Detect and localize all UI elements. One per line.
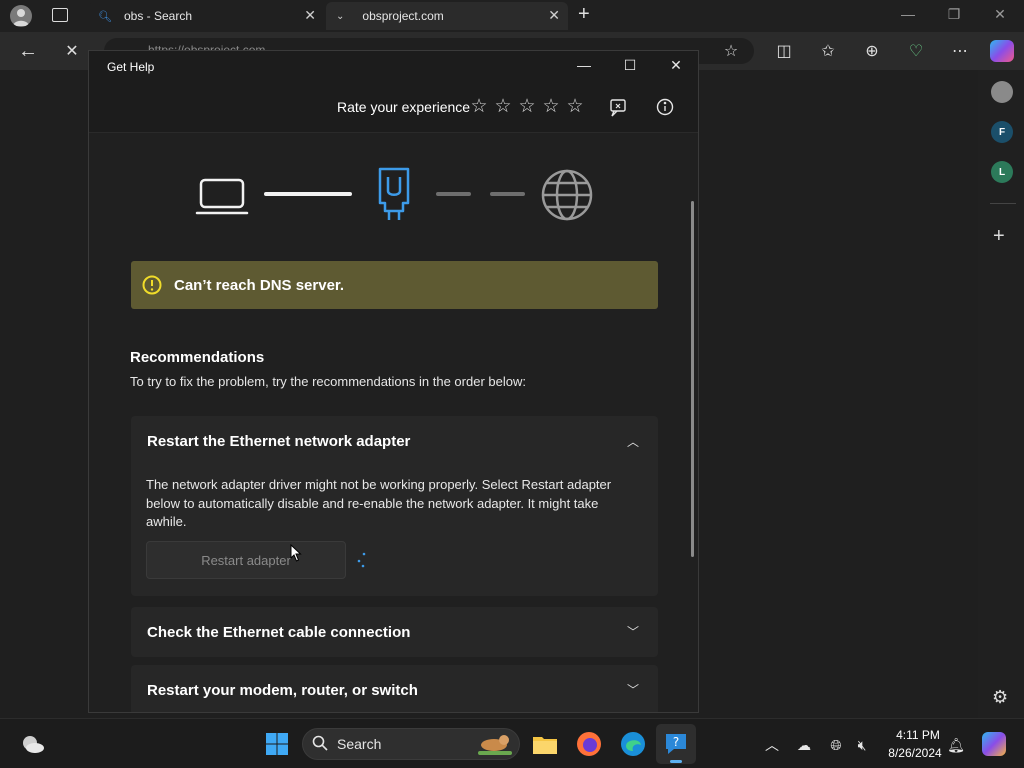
close-tab-icon[interactable]: ✕ (304, 7, 316, 24)
show-hidden-icons-icon[interactable]: ︿ (762, 735, 782, 755)
feedback-icon[interactable] (608, 98, 628, 123)
star-icon-4[interactable]: ☆ (541, 95, 561, 118)
star-icon-2[interactable]: ☆ (493, 95, 513, 118)
maximize-icon[interactable]: ☐ (618, 57, 642, 77)
chevron-up-icon[interactable]: ︿ (625, 433, 641, 450)
volume-muted-icon[interactable]: 🔇︎ (852, 735, 872, 755)
window-title: Get Help (107, 60, 155, 74)
new-tab-icon[interactable]: + (578, 3, 590, 26)
search-favicon-icon: 🔍︎ (98, 10, 112, 23)
stop-loading-icon[interactable]: ✕ (61, 40, 83, 62)
tab-title: obs - Search (123, 9, 193, 23)
more-options-icon[interactable]: ⋯ (949, 40, 971, 62)
onedrive-icon[interactable]: ☁ (794, 735, 814, 755)
edge-icon[interactable] (619, 730, 647, 758)
sidebar-circle-icon[interactable] (991, 81, 1013, 103)
clock-date[interactable]: 8/26/2024 (882, 746, 948, 760)
loading-spinner-icon (355, 551, 373, 574)
close-icon[interactable]: ✕ (664, 57, 688, 77)
dns-error-text: Can’t reach DNS server. (174, 277, 345, 294)
get-help-icon: ? (662, 730, 690, 758)
get-help-window: Get Help — ☐ ✕ Rate your experience ☆ ☆ … (88, 50, 699, 713)
sidebar-add-icon[interactable]: + (993, 225, 1005, 248)
laptop-icon (195, 177, 249, 222)
collections-icon[interactable]: ⊕ (861, 40, 883, 62)
recommendations-subtitle: To try to fix the problem, try the recom… (130, 374, 526, 389)
back-icon[interactable]: ← (17, 40, 39, 62)
search-icon (312, 735, 328, 756)
weather-widget-icon[interactable] (20, 732, 46, 761)
tab-actions-icon[interactable] (52, 8, 68, 22)
sidebar-profile-f[interactable]: F (991, 121, 1013, 143)
profile-avatar[interactable] (10, 5, 32, 27)
recommendations-title: Recommendations (130, 349, 265, 366)
file-explorer-icon[interactable] (531, 730, 559, 758)
tab-title: obsproject.com (362, 9, 444, 23)
connection-line-broken-1 (436, 192, 471, 196)
copilot-icon[interactable] (990, 40, 1014, 62)
minimize-browser-icon[interactable]: — (898, 6, 918, 22)
loading-favicon-icon: ⌄ (336, 10, 345, 22)
clock-time[interactable]: 4:11 PM (888, 728, 948, 742)
split-screen-icon[interactable]: ◫ (773, 40, 795, 62)
card-title: Restart the Ethernet network adapter (147, 433, 411, 450)
svg-text:?: ? (673, 735, 679, 749)
tab-obs-search[interactable]: 🔍︎ obs - Search ✕ (88, 2, 324, 30)
chevron-down-icon[interactable]: ﹀ (625, 681, 641, 698)
star-icon-3[interactable]: ☆ (517, 95, 537, 118)
firefox-icon[interactable] (575, 730, 603, 758)
restart-adapter-button[interactable]: Restart adapter (146, 541, 346, 579)
rate-experience-label: Rate your experience (337, 99, 471, 115)
restore-browser-icon[interactable]: ❐ (944, 6, 964, 23)
active-app-indicator (670, 760, 682, 763)
sidebar-settings-icon[interactable]: ⚙ (992, 687, 1008, 708)
connection-line-ok (264, 192, 352, 196)
close-browser-icon[interactable]: ✕ (990, 6, 1010, 23)
info-icon[interactable] (656, 98, 674, 121)
network-icon[interactable]: 🌐︎ (826, 735, 846, 755)
tab-obsproject[interactable]: ⌄ obsproject.com ✕ (326, 2, 568, 30)
card-title: Check the Ethernet cable connection (147, 624, 411, 641)
taskbar-search-label: Search (337, 736, 382, 752)
favorites-icon[interactable]: ✩ (817, 40, 839, 62)
scrollbar-thumb[interactable] (691, 201, 694, 557)
star-icon-5[interactable]: ☆ (565, 95, 585, 118)
start-icon[interactable] (263, 730, 291, 758)
browser-essentials-icon[interactable]: ♡ (905, 40, 927, 62)
search-highlight-icon (474, 729, 514, 757)
favorite-star-icon[interactable]: ☆ (720, 40, 742, 62)
get-help-titlebar (89, 51, 698, 83)
star-icon-1[interactable]: ☆ (469, 95, 489, 118)
connection-line-broken-2 (490, 192, 525, 196)
sidebar-profile-l[interactable]: L (991, 161, 1013, 183)
warning-icon (142, 275, 162, 300)
card-description: The network adapter driver might not be … (146, 477, 612, 529)
sidebar-divider (990, 203, 1016, 204)
copilot-taskbar-icon[interactable] (982, 732, 1006, 756)
mouse-cursor-icon (290, 543, 302, 567)
notifications-bell-icon[interactable]: 🔔︎ (946, 735, 966, 755)
close-tab-icon[interactable]: ✕ (548, 7, 560, 24)
internet-globe-icon (540, 168, 594, 227)
ethernet-adapter-icon (375, 165, 413, 228)
chevron-down-icon[interactable]: ﹀ (625, 623, 641, 640)
card-title: Restart your modem, router, or switch (147, 682, 418, 699)
minimize-icon[interactable]: — (572, 57, 596, 77)
